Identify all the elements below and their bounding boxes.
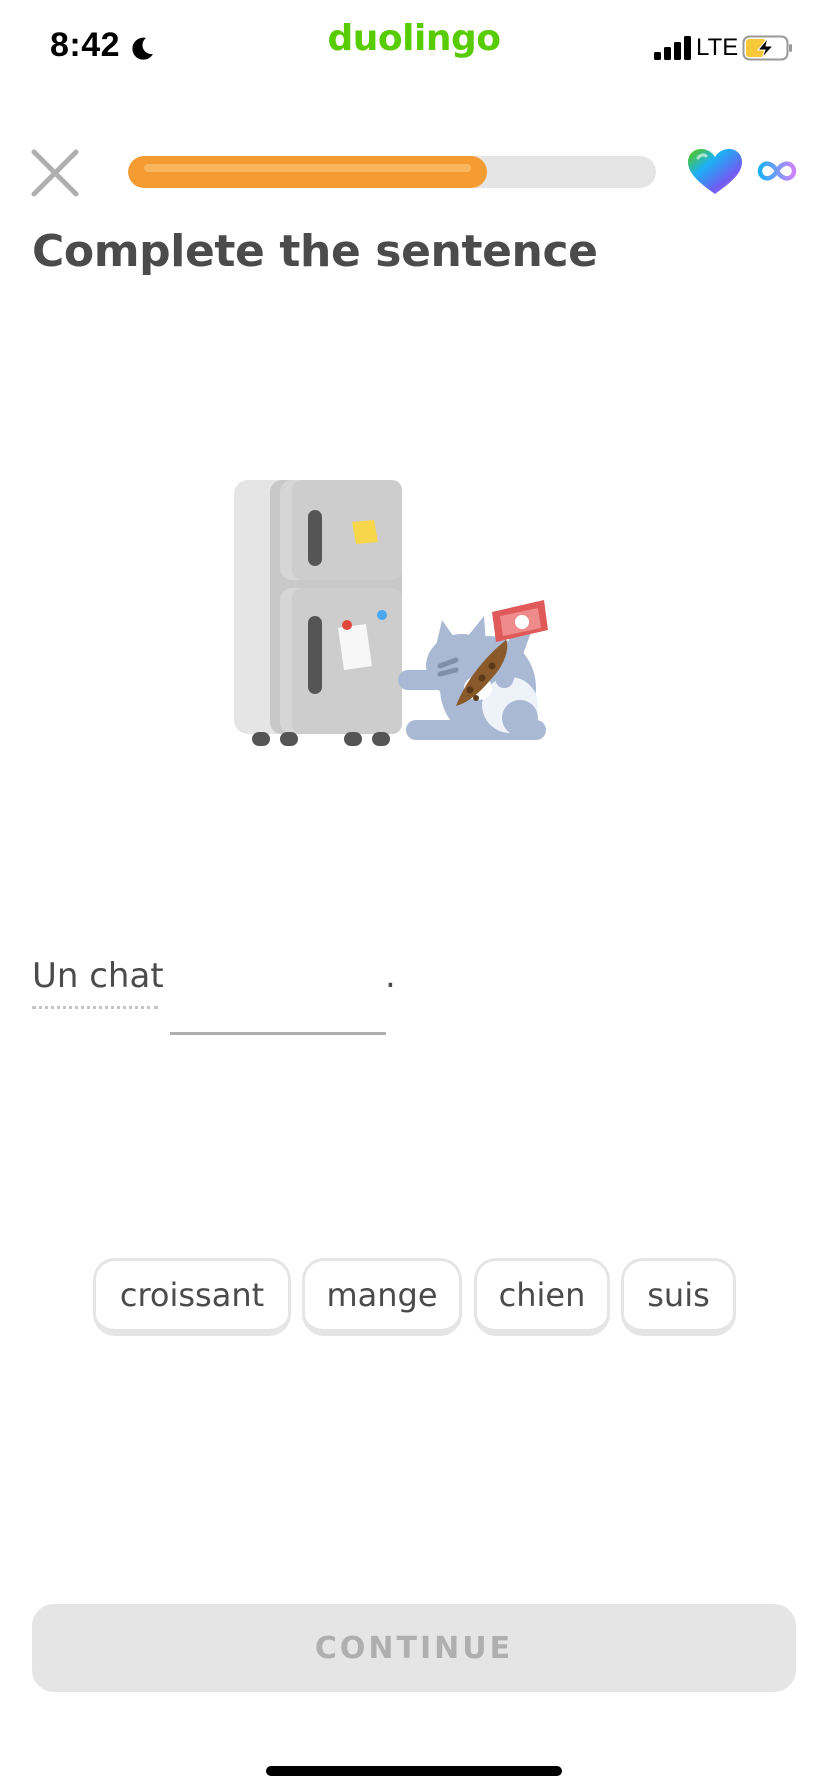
heart-icon (688, 149, 742, 194)
network-label: LTE (696, 34, 739, 61)
progress-bar (128, 156, 656, 188)
word-chip-suis[interactable]: suis (621, 1258, 736, 1336)
continue-button[interactable]: CONTINUE (32, 1604, 796, 1692)
fridge-cat-illustration (234, 480, 548, 746)
word-chip-croissant[interactable]: croissant (93, 1258, 291, 1336)
word-chip-chien[interactable]: chien (474, 1258, 610, 1336)
infinity-icon (757, 161, 797, 181)
sentence-prompt[interactable]: Un chat (32, 956, 164, 996)
battery-charging-icon (742, 35, 792, 61)
close-icon[interactable] (30, 148, 80, 198)
word-chip-mange[interactable]: mange (302, 1258, 462, 1336)
instruction-heading: Complete the sentence (32, 226, 598, 277)
progress-fill (128, 156, 488, 188)
answer-blank[interactable] (170, 1032, 386, 1035)
sentence-period: . (385, 956, 396, 996)
signal-icon (654, 36, 691, 60)
hint-underline (32, 1006, 158, 1009)
home-indicator[interactable] (266, 1766, 562, 1776)
progress-shine (144, 164, 472, 172)
